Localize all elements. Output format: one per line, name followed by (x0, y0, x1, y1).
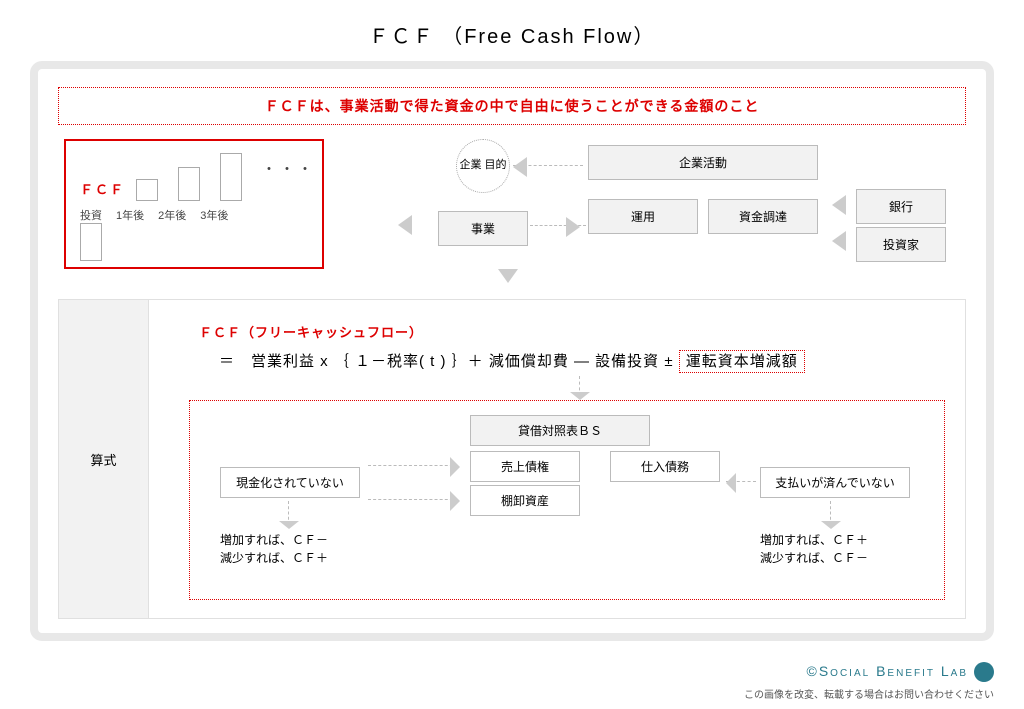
formula-section: 算式 ＦＣＦ（フリーキャッシュフロー） ＝ 営業利益 x ｛ １－税率( t )… (58, 299, 966, 619)
arrow-left-icon (726, 473, 736, 493)
arrow-left-icon (398, 215, 412, 235)
footer: ©Social Benefit Lab この画像を改変、転載する場合はお問い合わ… (744, 662, 994, 701)
bar-labels: 投資 1年後 2年後 3年後 (80, 207, 228, 223)
arrow-right-icon (450, 457, 460, 477)
ar-cell: 売上債権 (470, 451, 580, 482)
page-title: ＦＣＦ （Free Cash Flow） (0, 0, 1024, 61)
not-cash-cell: 現金化されていない (220, 467, 360, 498)
label-y2: 2年後 (158, 207, 186, 223)
note1a: 増加すれば、ＣＦ－ (220, 531, 328, 549)
ellipsis: ・・・ (262, 159, 316, 195)
bar-3 (220, 153, 242, 201)
arrow-down-icon (821, 521, 841, 529)
definition-banner: ＦＣＦは、事業活動で得た資金の中で自由に使うことができる金額のこと (58, 87, 966, 125)
arrow-left-icon (832, 195, 846, 215)
note2b: 減少すれば、ＣＦ－ (760, 549, 868, 567)
arrow-down-icon (279, 521, 299, 529)
dash-line (368, 499, 458, 500)
bank-box: 銀行 (856, 189, 946, 224)
formula-text: ＝ 営業利益 x ｛ １－税率( t ) ｝＋ 減価償却費 ― 設備投資 ± (219, 353, 679, 370)
fcf-formula: ＝ 営業利益 x ｛ １－税率( t ) ｝＋ 減価償却費 ― 設備投資 ± 運… (219, 350, 805, 371)
brand-logo-icon (974, 662, 994, 682)
note-left: 増加すれば、ＣＦ－ 減少すれば、ＣＦ＋ (220, 531, 328, 567)
working-capital-term: 運転資本増減額 (679, 350, 805, 373)
bs-area: 貸借対照表ＢＳ 現金化されていない 売上債権 棚卸資産 仕入債務 支払いが済んで… (189, 400, 945, 600)
note2a: 増加すれば、ＣＦ＋ (760, 531, 868, 549)
arrow-down-icon (570, 392, 590, 400)
investor-box: 投資家 (856, 227, 946, 262)
arrow-left-icon (832, 231, 846, 251)
fcf-label: ＦＣＦ (80, 179, 125, 198)
arrow-right-icon (450, 491, 460, 511)
arrow-right-icon (566, 217, 580, 237)
inventory-cell: 棚卸資産 (470, 485, 580, 516)
disclaimer-text: この画像を改変、転載する場合はお問い合わせください (744, 686, 994, 701)
bs-header: 貸借対照表ＢＳ (470, 415, 650, 446)
fcf-heading: ＦＣＦ（フリーキャッシュフロー） (199, 322, 423, 341)
arrow-left-icon (513, 157, 527, 177)
purpose-circle: 企業 目的 (456, 139, 510, 193)
arrow-down-icon (498, 269, 518, 283)
unpaid-cell: 支払いが済んでいない (760, 467, 910, 498)
invest-bar (80, 223, 102, 261)
activity-box: 企業活動 (588, 145, 818, 180)
operate-box: 運用 (588, 199, 698, 234)
bar-1 (136, 179, 158, 201)
label-y1: 1年後 (116, 207, 144, 223)
main-frame: ＦＣＦは、事業活動で得た資金の中で自由に使うことができる金額のこと ＦＣＦ ・・… (30, 61, 994, 641)
dash-line (368, 465, 458, 466)
bar-2 (178, 167, 200, 201)
ap-cell: 仕入債務 (610, 451, 720, 482)
formula-label: 算式 (59, 300, 149, 618)
fcf-bars: ・・・ (136, 153, 316, 201)
label-y3: 3年後 (200, 207, 228, 223)
fcf-timeline-box: ＦＣＦ ・・・ 投資 1年後 2年後 3年後 (64, 139, 324, 269)
brand-label: ©Social Benefit Lab (807, 663, 968, 679)
note-right: 増加すれば、ＣＦ＋ 減少すれば、ＣＦ－ (760, 531, 868, 567)
business-box: 事業 (438, 211, 528, 246)
note1b: 減少すれば、ＣＦ＋ (220, 549, 328, 567)
label-invest: 投資 (80, 207, 102, 223)
fund-box: 資金調達 (708, 199, 818, 234)
